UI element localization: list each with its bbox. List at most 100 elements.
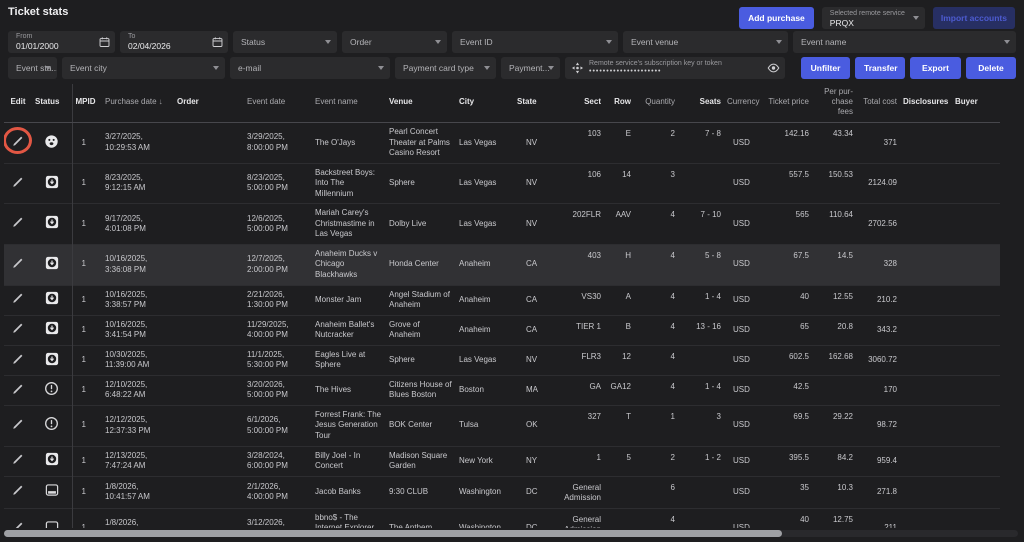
horizontal-scrollbar-thumb[interactable] [4, 530, 782, 537]
from-date-field[interactable]: From 01/01/2000 [8, 31, 115, 53]
add-purchase-button[interactable]: Add purchase [739, 7, 814, 29]
edit-button[interactable] [11, 175, 25, 189]
column-header-event_name[interactable]: Event name [312, 84, 386, 123]
cell-mpid: 1 [72, 345, 102, 375]
cell-mpid: 1 [72, 375, 102, 405]
status-import-icon[interactable] [45, 291, 59, 305]
payment-card-type-filter[interactable]: Payment card type [395, 57, 496, 79]
table-row[interactable]: 112/10/2025, 6:48:22 AM3/20/2026, 5:00:0… [4, 375, 1000, 405]
payment-filter[interactable]: Payment... [501, 57, 560, 79]
email-filter[interactable]: e-mail [230, 57, 390, 79]
event-status-filter[interactable]: Event sta... [8, 57, 57, 79]
status-filter[interactable]: Status [233, 31, 337, 53]
column-header-seats[interactable]: Seats [678, 84, 724, 123]
column-header-currency[interactable]: Currency [724, 84, 762, 123]
cell-seats: 1 - 4 [678, 375, 724, 405]
table-row[interactable]: 11/8/2026, 10:49:40 AM3/12/2026, 5:00:00… [4, 508, 1000, 528]
import-accounts-button[interactable]: Import accounts [933, 7, 1015, 29]
delete-button[interactable]: Delete [966, 57, 1016, 79]
table-row[interactable]: 19/17/2025, 4:01:08 PM12/6/2025, 5:00:00… [4, 204, 1000, 245]
event-city-filter[interactable]: Event city [62, 57, 225, 79]
status-alert-icon[interactable] [44, 381, 59, 396]
column-header-ticket_price[interactable]: Ticket price [762, 84, 812, 123]
table-row[interactable]: 110/30/2025, 11:39:00 AM11/1/2025, 5:30:… [4, 345, 1000, 375]
column-header-disclosures[interactable]: Disclosures [900, 84, 952, 123]
status-import-icon[interactable] [45, 321, 59, 335]
table-row[interactable]: 13/27/2025, 10:29:53 AM3/29/2025, 8:00:0… [4, 123, 1000, 164]
remote-service-select[interactable]: Selected remote service PRQX [822, 7, 925, 29]
pencil-icon [11, 352, 25, 366]
transfer-button[interactable]: Transfer [855, 57, 905, 79]
cell-state: NV [514, 163, 552, 204]
table-row[interactable]: 18/23/2025, 9:12:15 AM8/23/2025, 5:00:00… [4, 163, 1000, 204]
calendar-icon[interactable] [212, 37, 223, 48]
status-import-icon[interactable] [45, 352, 59, 366]
table-row[interactable]: 110/16/2025, 3:38:57 PM2/21/2026, 1:30:0… [4, 285, 1000, 315]
edit-button[interactable] [11, 256, 25, 270]
column-header-fees[interactable]: Per pur­chase fees [812, 84, 856, 123]
event-name-filter[interactable]: Event name [793, 31, 1016, 53]
export-button[interactable]: Export [910, 57, 961, 79]
event-id-filter[interactable]: Event ID [452, 31, 618, 53]
column-header-status[interactable]: Status [32, 84, 72, 123]
column-header-order[interactable]: Order [174, 84, 244, 123]
calendar-icon[interactable] [99, 37, 110, 48]
column-header-edit[interactable]: Edit [4, 84, 32, 123]
to-date-field[interactable]: To 02/04/2026 [120, 31, 228, 53]
chevron-down-icon [776, 40, 782, 44]
eye-icon[interactable] [767, 62, 780, 75]
column-header-quantity[interactable]: Quantity [634, 84, 678, 123]
column-header-buyer[interactable]: Buyer [952, 84, 1000, 123]
pencil-icon [11, 452, 25, 466]
table-row[interactable]: 110/16/2025, 3:36:08 PM12/7/2025, 2:00:0… [4, 244, 1000, 285]
edit-button[interactable] [11, 215, 25, 229]
horizontal-scrollbar-track[interactable] [4, 530, 1018, 537]
unfilter-button[interactable]: Unfilter [801, 57, 850, 79]
edit-button[interactable] [11, 417, 25, 431]
status-import-icon[interactable] [45, 175, 59, 189]
status-tray-icon[interactable] [45, 520, 59, 528]
order-filter[interactable]: Order [342, 31, 447, 53]
status-tray-icon[interactable] [45, 483, 59, 497]
column-header-mpid[interactable]: MPID [72, 84, 102, 123]
cell-ticket_price: 40 [762, 285, 812, 315]
cell-sect: 403 [552, 244, 604, 285]
edit-button[interactable] [11, 520, 25, 528]
column-header-row[interactable]: Row [604, 84, 634, 123]
chevron-down-icon [325, 40, 331, 44]
edit-button[interactable] [11, 134, 25, 148]
cell-currency: USD [724, 163, 762, 204]
edit-button[interactable] [11, 452, 25, 466]
status-import-icon[interactable] [45, 215, 59, 229]
column-header-venue[interactable]: Venue [386, 84, 456, 123]
cell-venue: Madison Square Garden [386, 446, 456, 476]
edit-button[interactable] [11, 483, 25, 497]
table-row[interactable]: 11/8/2026, 10:41:57 AM2/1/2026, 4:00:00 … [4, 476, 1000, 508]
status-import-icon[interactable] [45, 256, 59, 270]
cell-disclosures [900, 375, 952, 405]
cell-disclosures [900, 345, 952, 375]
edit-button[interactable] [11, 352, 25, 366]
table-row[interactable]: 110/16/2025, 3:41:54 PM11/29/2025, 4:00:… [4, 315, 1000, 345]
column-header-city[interactable]: City [456, 84, 514, 123]
table-row[interactable]: 112/13/2025, 7:47:24 AM3/28/2024, 6:00:0… [4, 446, 1000, 476]
cell-state: DC [514, 508, 552, 528]
status-import-icon[interactable] [45, 452, 59, 466]
cell-city: New York [456, 446, 514, 476]
event-venue-filter[interactable]: Event venue [623, 31, 788, 53]
column-header-state[interactable]: State [514, 84, 552, 123]
edit-button[interactable] [11, 291, 25, 305]
column-header-event_date[interactable]: Event date [244, 84, 312, 123]
edit-button[interactable] [11, 382, 25, 396]
status-face-icon[interactable] [44, 134, 59, 149]
table-row[interactable]: 112/12/2025, 12:37:33 PM6/1/2026, 5:00:0… [4, 405, 1000, 446]
cell-buyer [952, 476, 1000, 508]
subscription-token-field[interactable]: Remote service's subscription key or tok… [565, 57, 785, 79]
column-header-sect[interactable]: Sect [552, 84, 604, 123]
column-header-total[interactable]: Total cost [856, 84, 900, 123]
cell-status [32, 375, 72, 405]
cell-seats: 3 [678, 405, 724, 446]
edit-button[interactable] [11, 321, 25, 335]
column-header-purchase_date[interactable]: Purchase date↓ [102, 84, 174, 123]
status-alert-icon[interactable] [44, 416, 59, 431]
